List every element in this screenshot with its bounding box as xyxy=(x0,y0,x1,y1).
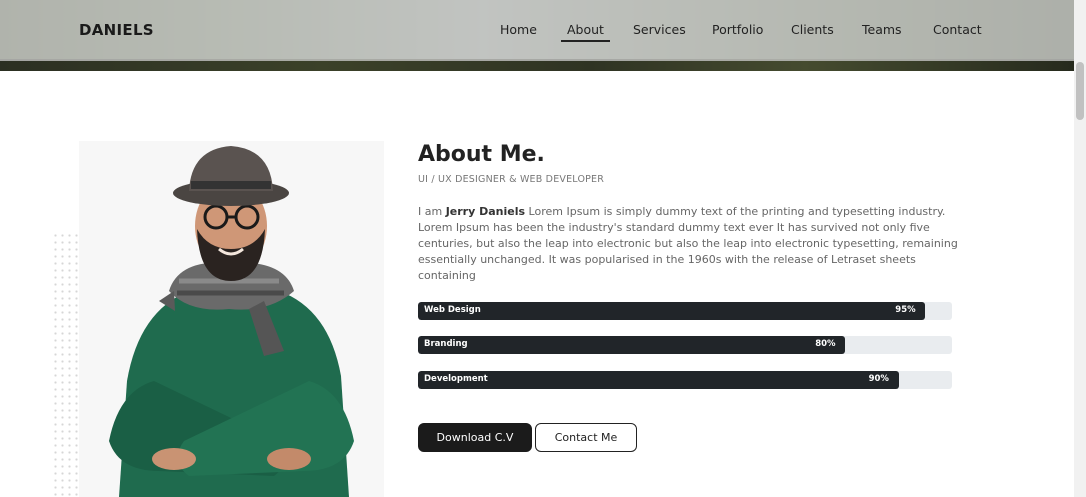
navbar: DANIELS Home About Services Portfolio Cl… xyxy=(0,0,1074,61)
about-subtitle: UI / UX DESIGNER & WEB DEVELOPER xyxy=(418,174,605,185)
nav-item-about[interactable]: About xyxy=(561,22,610,42)
portrait-illustration xyxy=(109,146,354,497)
nav-item-teams[interactable]: Teams xyxy=(862,22,902,37)
skill-percent: 80% xyxy=(815,339,836,349)
skill-percent: 95% xyxy=(895,305,916,315)
skill-bar-development: Development 90% xyxy=(418,371,952,389)
skill-bar-branding: Branding 80% xyxy=(418,336,952,354)
skill-name: Web Design xyxy=(424,305,481,315)
decorative-dot-pattern xyxy=(52,232,80,497)
profile-photo xyxy=(79,141,384,497)
nav-item-services[interactable]: Services xyxy=(633,22,686,37)
scrollbar-thumb[interactable] xyxy=(1076,62,1084,120)
skill-percent: 90% xyxy=(868,374,889,384)
download-cv-button[interactable]: Download C.V xyxy=(418,423,532,452)
author-name: Jerry Daniels xyxy=(445,205,526,218)
skill-name: Branding xyxy=(424,339,468,349)
skill-bar-web-design: Web Design 95% xyxy=(418,302,952,320)
nav-item-contact[interactable]: Contact xyxy=(933,22,982,37)
page-scrollbar[interactable] xyxy=(1074,0,1086,497)
site-logo[interactable]: DANIELS xyxy=(79,21,154,39)
skill-fill xyxy=(418,371,899,389)
skill-name: Development xyxy=(424,374,488,384)
contact-me-button[interactable]: Contact Me xyxy=(535,423,637,452)
about-description: I am Jerry Daniels Lorem Ipsum is simply… xyxy=(418,204,958,284)
nav-item-portfolio[interactable]: Portfolio xyxy=(712,22,763,37)
nav-item-clients[interactable]: Clients xyxy=(791,22,834,37)
about-title: About Me. xyxy=(418,142,545,167)
nav-item-home[interactable]: Home xyxy=(500,22,537,37)
skill-fill xyxy=(418,336,846,354)
intro-prefix: I am xyxy=(418,205,446,218)
skill-fill xyxy=(418,302,926,320)
